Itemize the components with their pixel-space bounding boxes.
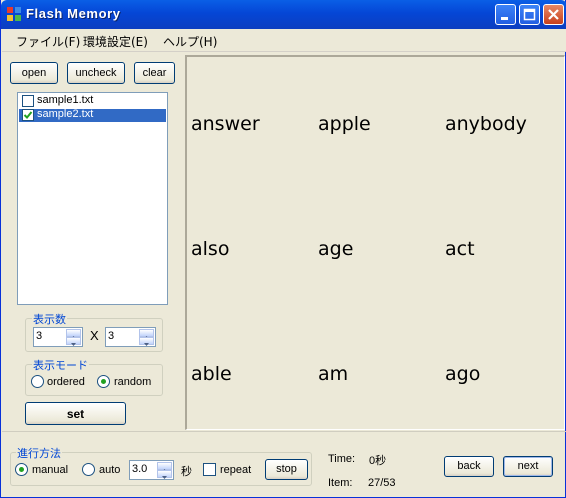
open-button[interactable]: open bbox=[10, 62, 58, 84]
item-value: 27/53 bbox=[368, 477, 396, 489]
file-checkbox[interactable] bbox=[22, 95, 34, 107]
word-cell: act bbox=[445, 238, 475, 260]
arrow-down-icon bbox=[144, 343, 149, 346]
menu-help[interactable]: ヘルプ(H) bbox=[163, 33, 217, 50]
spin-up-button[interactable] bbox=[66, 329, 81, 339]
time-label: Time: bbox=[328, 453, 356, 465]
word-display-panel: answer apple anybody also age act able a… bbox=[185, 55, 565, 430]
random-radio[interactable] bbox=[97, 375, 110, 388]
app-icon bbox=[7, 7, 21, 21]
manual-radio[interactable] bbox=[15, 463, 28, 476]
next-button[interactable]: next bbox=[503, 456, 553, 477]
group-title: 進行方法 bbox=[16, 445, 62, 461]
word-cell: anybody bbox=[445, 113, 527, 135]
auto-label: auto bbox=[99, 464, 121, 476]
uncheck-button-label: uncheck bbox=[75, 67, 117, 79]
word-cell: also bbox=[191, 238, 230, 260]
cols-value: 3 bbox=[108, 330, 115, 342]
repeat-checkbox[interactable] bbox=[203, 463, 216, 476]
rows-spinner[interactable]: 3 bbox=[33, 327, 83, 347]
uncheck-button[interactable]: uncheck bbox=[67, 62, 125, 84]
time-value: 0秒 bbox=[369, 455, 387, 467]
group-title: 表示モード bbox=[32, 357, 89, 373]
manual-label: manual bbox=[32, 464, 69, 476]
word-cell: apple bbox=[318, 113, 371, 135]
spin-down-button[interactable] bbox=[66, 337, 81, 346]
open-button-label: open bbox=[21, 67, 47, 79]
checkmark-icon bbox=[23, 111, 33, 119]
item-label: Item: bbox=[328, 477, 353, 489]
clear-button-label: clear bbox=[142, 67, 167, 79]
times-separator: X bbox=[90, 328, 99, 343]
repeat-label: repeat bbox=[220, 464, 252, 476]
window-title: Flash Memory bbox=[26, 6, 121, 21]
menu-file[interactable]: ファイル(F) bbox=[16, 33, 80, 50]
menu-bar: ファイル(F) 環境設定(E) ヘルプ(H) bbox=[2, 29, 566, 52]
word-cell: ago bbox=[445, 363, 481, 385]
bottom-separator bbox=[2, 431, 566, 432]
maximize-button[interactable] bbox=[519, 4, 540, 25]
spin-up-button[interactable] bbox=[139, 329, 154, 339]
auto-radio[interactable] bbox=[82, 463, 95, 476]
close-button[interactable] bbox=[543, 4, 564, 25]
stop-button-label: stop bbox=[276, 463, 297, 475]
clear-button[interactable]: clear bbox=[134, 62, 175, 84]
random-label: random bbox=[114, 376, 152, 388]
spin-up-button[interactable] bbox=[157, 462, 172, 472]
arrow-down-icon bbox=[71, 343, 76, 346]
rows-value: 3 bbox=[36, 330, 43, 342]
cols-spinner[interactable]: 3 bbox=[105, 327, 156, 347]
arrow-down-icon bbox=[162, 476, 167, 479]
ordered-radio[interactable] bbox=[31, 375, 44, 388]
radio-selected-dot bbox=[101, 379, 106, 384]
menu-settings[interactable]: 環境設定(E) bbox=[83, 33, 148, 50]
file-listbox[interactable]: sample1.txt sample2.txt bbox=[17, 92, 168, 305]
stop-button[interactable]: stop bbox=[265, 459, 308, 480]
file-name: sample1.txt bbox=[37, 94, 94, 106]
radio-selected-dot bbox=[19, 467, 24, 472]
group-title: 表示数 bbox=[32, 311, 67, 327]
interval-spinner[interactable]: 3.0 bbox=[129, 460, 174, 480]
back-button-label: back bbox=[457, 460, 481, 472]
list-item[interactable]: sample1.txt bbox=[19, 94, 166, 108]
app-window: Flash Memory ファイル(F) 環境設定(E) ヘルプ(H) open… bbox=[0, 0, 566, 498]
file-name: sample2.txt bbox=[37, 108, 94, 120]
set-button[interactable]: set bbox=[25, 402, 126, 425]
word-cell: answer bbox=[191, 113, 260, 135]
set-button-label: set bbox=[66, 407, 85, 421]
spin-down-button[interactable] bbox=[157, 470, 172, 479]
word-cell: able bbox=[191, 363, 232, 385]
title-bar[interactable]: Flash Memory bbox=[1, 0, 566, 29]
next-button-label: next bbox=[517, 460, 539, 472]
maximize-icon bbox=[523, 8, 536, 21]
list-item[interactable]: sample2.txt bbox=[19, 108, 166, 122]
interval-value: 3.0 bbox=[132, 463, 148, 475]
minimize-button[interactable] bbox=[495, 4, 516, 25]
word-cell: am bbox=[318, 363, 349, 385]
minimize-icon bbox=[501, 17, 508, 20]
ordered-label: ordered bbox=[47, 376, 85, 388]
file-checkbox[interactable] bbox=[22, 109, 34, 121]
close-icon bbox=[548, 9, 559, 20]
back-button[interactable]: back bbox=[444, 456, 494, 477]
spin-down-button[interactable] bbox=[139, 337, 154, 346]
word-cell: age bbox=[318, 238, 354, 260]
seconds-unit: 秒 bbox=[181, 466, 192, 478]
